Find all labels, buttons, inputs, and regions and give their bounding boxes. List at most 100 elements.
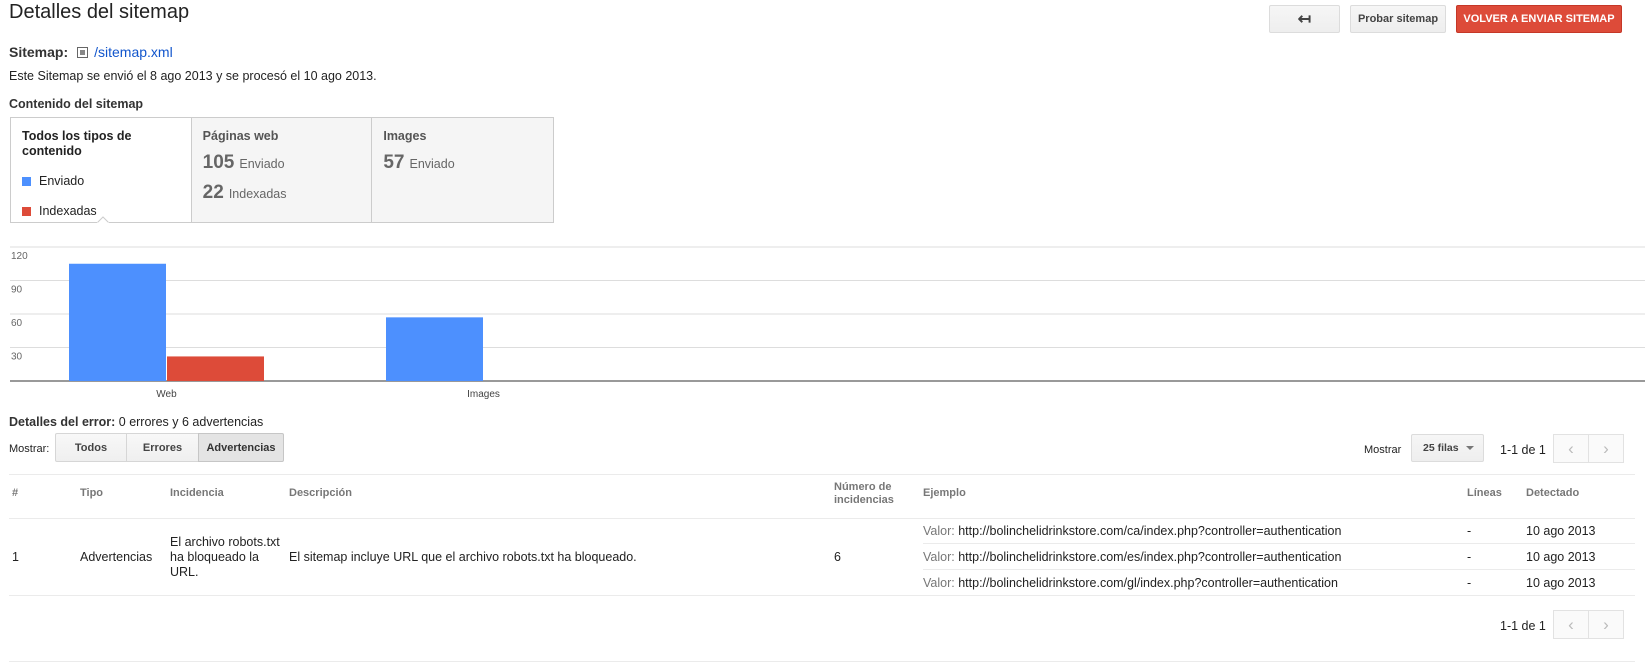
- bar-web-indexadas: [167, 356, 264, 381]
- web-submitted-word: Enviado: [239, 157, 285, 171]
- page-range-top: 1-1 de 1: [1500, 443, 1546, 457]
- example-3-lines: -: [1467, 576, 1472, 590]
- header-divider: [9, 518, 1635, 519]
- rows-label: Mostrar: [1364, 444, 1402, 456]
- row-number: 1: [12, 550, 19, 564]
- example-3: Valor: http://bolinchelidrinkstore.com/g…: [923, 576, 1338, 591]
- rows-per-page-value: 25 filas: [1423, 442, 1459, 454]
- example-1-url: http://bolinchelidrinkstore.com/ca/index…: [958, 524, 1342, 538]
- legend-submitted-label: Enviado: [39, 174, 85, 188]
- row-issue: El archivo robots.txt ha bloqueado la UR…: [170, 535, 280, 579]
- example-3-label: Valor:: [923, 576, 955, 590]
- bar-web-enviado: [69, 263, 166, 381]
- web-pages-heading: Páginas web: [202, 129, 279, 143]
- error-details-summary: 0 errores y 6 advertencias: [115, 415, 264, 429]
- web-indexed-count: 22: [202, 182, 224, 203]
- example-divider: [923, 569, 1635, 570]
- issue-filter: Todos Errores Advertencias: [55, 433, 284, 462]
- pager-top: ‹ ›: [1553, 434, 1625, 463]
- row-type: Advertencias: [80, 550, 153, 564]
- back-button[interactable]: ↤: [1269, 5, 1340, 33]
- row-count: 6: [834, 550, 841, 564]
- tab-web-pages[interactable]: Páginas web 105 Enviado 22 Indexadas: [191, 118, 373, 222]
- col-header-count[interactable]: Número de incidencias: [834, 481, 904, 507]
- filter-errors-button[interactable]: Errores: [126, 433, 199, 462]
- table-top-divider: [9, 474, 1635, 475]
- next-page-button[interactable]: ›: [1588, 434, 1624, 463]
- next-page-button[interactable]: ›: [1588, 610, 1624, 639]
- example-2-label: Valor:: [923, 550, 955, 564]
- web-indexed-word: Indexadas: [228, 187, 287, 201]
- pager-bottom: ‹ ›: [1553, 610, 1625, 639]
- col-header-number[interactable]: #: [12, 487, 18, 500]
- processed-text: Este Sitemap se envió el 8 ago 2013 y se…: [9, 69, 377, 83]
- example-2-url: http://bolinchelidrinkstore.com/es/index…: [958, 550, 1342, 564]
- y-tick-label: 60: [11, 318, 23, 329]
- images-submitted-count: 57: [383, 152, 405, 173]
- page-range-bottom: 1-1 de 1: [1500, 619, 1546, 633]
- example-3-detected: 10 ago 2013: [1526, 576, 1596, 590]
- tab-all-content-types[interactable]: Todos los tipos de contenido Enviado Ind…: [11, 118, 192, 223]
- col-header-example[interactable]: Ejemplo: [923, 487, 966, 500]
- example-2-detected: 10 ago 2013: [1526, 550, 1596, 564]
- all-types-heading: Todos los tipos de contenido: [22, 129, 132, 158]
- example-1-label: Valor:: [923, 524, 955, 538]
- images-heading: Images: [383, 129, 427, 143]
- web-indexed-stat: 22 Indexadas: [203, 182, 361, 204]
- test-sitemap-button[interactable]: Probar sitemap: [1350, 5, 1446, 33]
- dropdown-arrow-icon: [1465, 446, 1474, 450]
- col-header-issue[interactable]: Incidencia: [170, 487, 224, 500]
- bar-images-enviado: [386, 317, 483, 381]
- example-3-url: http://bolinchelidrinkstore.com/gl/index…: [958, 576, 1338, 590]
- example-1-lines: -: [1467, 524, 1472, 538]
- error-details-title: Detalles del error: 0 errores y 6 advert…: [9, 415, 263, 429]
- legend-indexed-label: Indexadas: [39, 204, 97, 218]
- x-tick-label: Web: [156, 389, 177, 400]
- external-file-icon[interactable]: [77, 46, 89, 58]
- rows-per-page-select[interactable]: 25 filas: [1411, 434, 1484, 462]
- indexed-swatch: [22, 206, 31, 216]
- col-header-type[interactable]: Tipo: [80, 487, 103, 500]
- example-1: Valor: http://bolinchelidrinkstore.com/c…: [923, 524, 1341, 539]
- resubmit-sitemap-button[interactable]: VOLVER A ENVIAR SITEMAP: [1456, 5, 1622, 33]
- prev-page-button[interactable]: ‹: [1553, 434, 1589, 463]
- tab-images[interactable]: Images 57 Enviado: [372, 118, 554, 222]
- example-divider: [923, 543, 1635, 544]
- selected-caret-icon: [97, 216, 109, 223]
- table-bottom-divider: [9, 595, 1635, 596]
- footer-divider: [9, 661, 1635, 662]
- filter-warnings-button[interactable]: Advertencias: [198, 433, 284, 462]
- row-description: El sitemap incluye URL que el archivo ro…: [289, 550, 637, 564]
- col-header-detected[interactable]: Detectado: [1526, 487, 1579, 500]
- example-1-detected: 10 ago 2013: [1526, 524, 1596, 538]
- legend-submitted: Enviado: [22, 174, 180, 188]
- images-submitted-word: Enviado: [409, 157, 455, 171]
- sitemap-line: Sitemap: /sitemap.xml: [9, 44, 173, 60]
- content-summary: Todos los tipos de contenido Enviado Ind…: [10, 117, 554, 223]
- contents-title: Contenido del sitemap: [9, 97, 144, 111]
- images-submitted-stat: 57 Enviado: [383, 152, 542, 174]
- chevron-left-icon: ‹: [1568, 438, 1574, 458]
- chevron-right-icon: ›: [1603, 438, 1609, 458]
- page-title: Detalles del sitemap: [9, 1, 190, 23]
- chevron-right-icon: ›: [1603, 614, 1609, 634]
- submitted-swatch: [22, 176, 31, 186]
- web-submitted-count: 105: [202, 152, 235, 173]
- web-submitted-stat: 105 Enviado: [203, 152, 361, 174]
- example-2-lines: -: [1467, 550, 1472, 564]
- y-tick-label: 90: [11, 285, 23, 296]
- prev-page-button[interactable]: ‹: [1553, 610, 1589, 639]
- sitemap-chart: 30 60 90 120 Web Images: [10, 246, 1645, 400]
- filter-label: Mostrar:: [9, 443, 50, 455]
- y-tick-label: 30: [11, 352, 23, 363]
- error-details-label: Detalles del error:: [9, 415, 116, 429]
- example-2: Valor: http://bolinchelidrinkstore.com/e…: [923, 550, 1341, 565]
- col-header-description[interactable]: Descripción: [289, 487, 352, 500]
- col-header-lines[interactable]: Líneas: [1467, 487, 1502, 500]
- x-tick-label: Images: [467, 389, 500, 400]
- back-arrow-icon: ↤: [1297, 11, 1312, 28]
- sitemap-link[interactable]: /sitemap.xml: [94, 44, 173, 60]
- filter-all-button[interactable]: Todos: [55, 433, 127, 462]
- sitemap-label: Sitemap:: [9, 44, 69, 60]
- y-tick-label: 120: [11, 251, 28, 262]
